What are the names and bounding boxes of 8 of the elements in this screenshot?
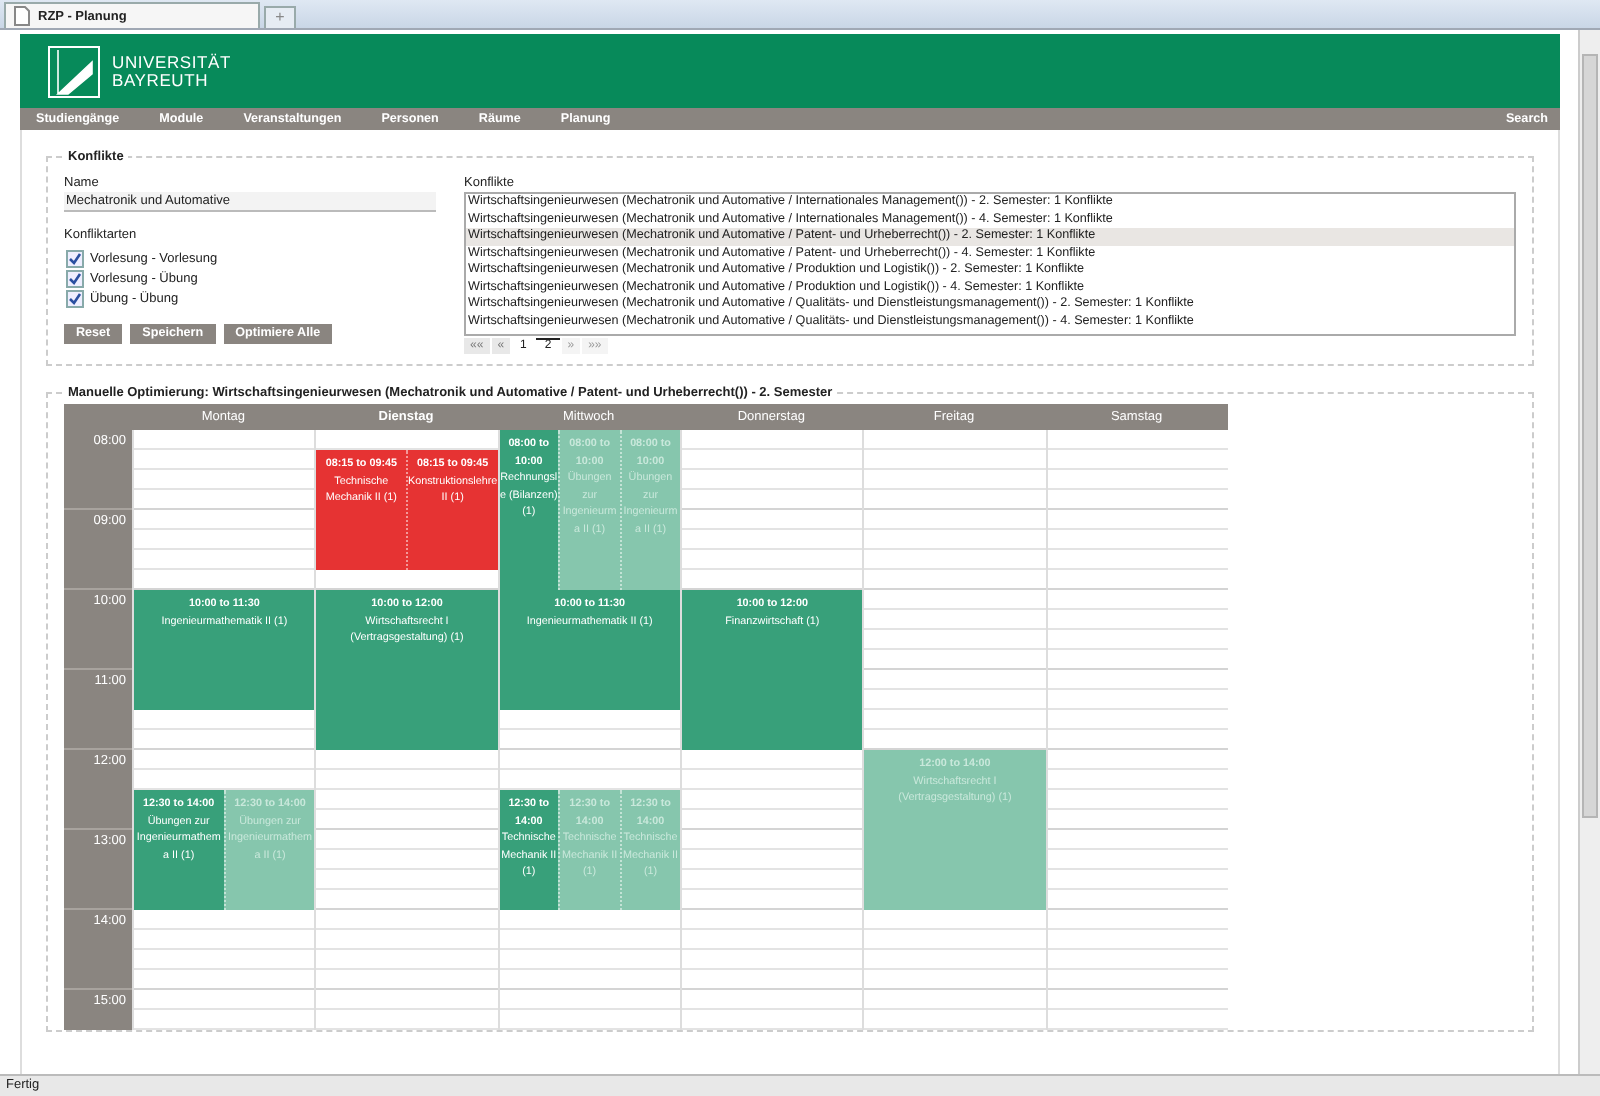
scrollbar[interactable] (1578, 30, 1600, 1076)
checkbox[interactable] (66, 289, 84, 307)
page-icon (14, 6, 30, 26)
new-tab-button[interactable]: + (264, 6, 296, 28)
logo-icon (48, 45, 100, 97)
checkbox[interactable] (66, 249, 84, 267)
logo-text: UNIVERSITÄT BAYREUTH (112, 53, 232, 89)
checkbox[interactable] (66, 269, 84, 287)
